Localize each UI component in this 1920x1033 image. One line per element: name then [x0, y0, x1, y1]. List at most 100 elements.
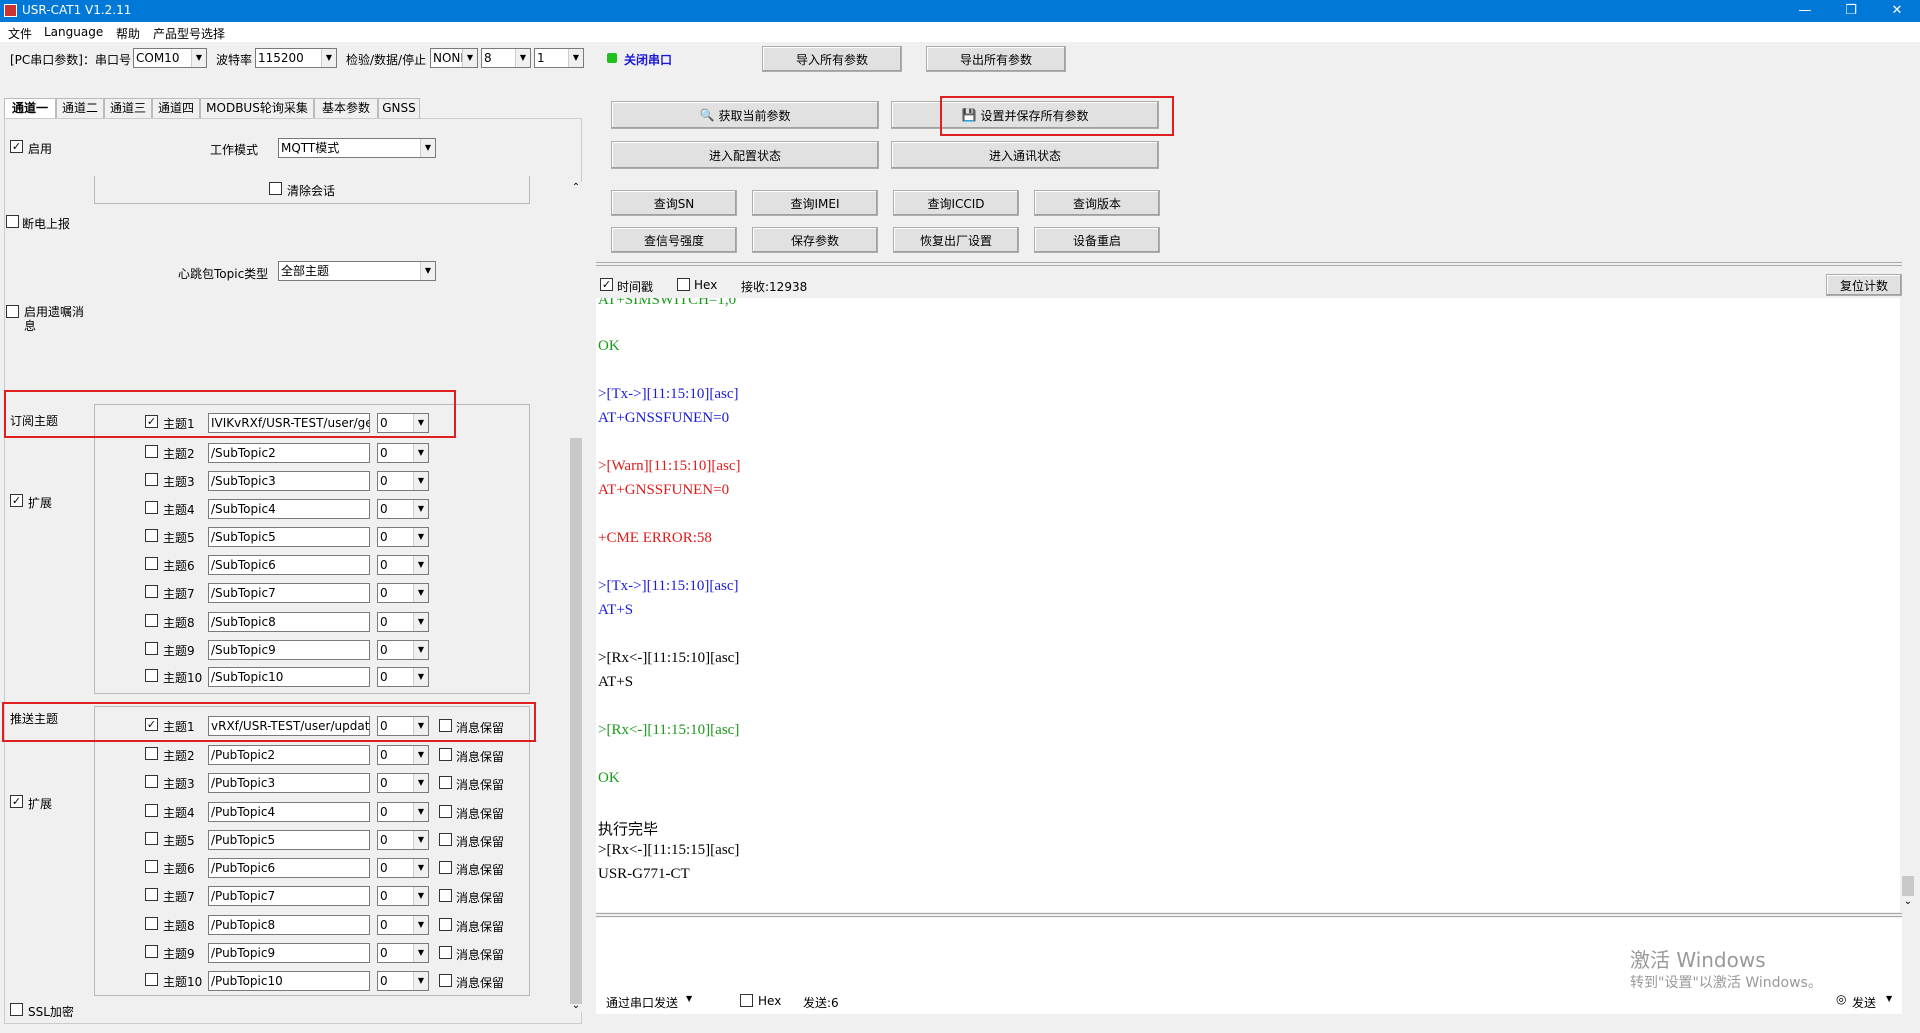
sub-topic-checkbox[interactable]: [145, 585, 158, 598]
pub-qos-select[interactable]: 0 ▼: [377, 886, 429, 906]
sub-topic-input[interactable]: /SubTopic4: [208, 499, 370, 519]
pub-topic-input[interactable]: /PubTopic9: [208, 943, 370, 963]
retain-checkbox[interactable]: [439, 776, 452, 789]
sub-qos-select[interactable]: 0 ▼: [377, 583, 429, 603]
power-off-report-checkbox[interactable]: [6, 215, 19, 228]
tab-channel4[interactable]: 通道四: [152, 98, 200, 118]
sub-topic-checkbox[interactable]: [145, 642, 158, 655]
heartbeat-topic-select[interactable]: 全部主题 ▼: [278, 261, 436, 281]
sub-topic-checkbox[interactable]: [145, 557, 158, 570]
close-button[interactable]: ✕: [1874, 0, 1920, 22]
ssl-checkbox[interactable]: [10, 1003, 23, 1016]
query-iccid-button[interactable]: 查询ICCID: [893, 190, 1019, 216]
export-all-button[interactable]: 导出所有参数: [926, 46, 1066, 72]
databits-select[interactable]: 8 ▼: [481, 48, 531, 68]
pub-topic-checkbox[interactable]: [145, 917, 158, 930]
sub-topic-input[interactable]: IVIKvRXf/USR-TEST/user/get: [208, 413, 370, 433]
get-params-button[interactable]: 🔍 获取当前参数: [611, 101, 879, 129]
maximize-button[interactable]: ❐: [1828, 0, 1874, 22]
splitter-bottom[interactable]: [596, 913, 1902, 917]
pub-topic-checkbox[interactable]: [145, 860, 158, 873]
query-imei-button[interactable]: 查询IMEI: [752, 190, 878, 216]
pub-topic-checkbox[interactable]: [145, 973, 158, 986]
reboot-button[interactable]: 设备重启: [1034, 227, 1160, 253]
chevron-down-icon[interactable]: ⌄: [1902, 896, 1914, 907]
tab-channel3[interactable]: 通道三: [104, 98, 152, 118]
pub-topic-input[interactable]: vRXf/USR-TEST/user/update: [208, 716, 370, 736]
sub-topic-input[interactable]: /SubTopic8: [208, 612, 370, 632]
pub-qos-select[interactable]: 0 ▼: [377, 830, 429, 850]
sub-topic-checkbox[interactable]: [145, 501, 158, 514]
sub-topic-input[interactable]: /SubTopic9: [208, 640, 370, 660]
pub-topic-input[interactable]: /PubTopic5: [208, 830, 370, 850]
retain-checkbox[interactable]: [439, 805, 452, 818]
close-port-button[interactable]: 关闭串口: [624, 51, 672, 68]
sub-topic-checkbox[interactable]: [145, 445, 158, 458]
baud-select[interactable]: 115200 ▼: [255, 48, 337, 68]
reset-count-button[interactable]: 复位计数: [1826, 274, 1902, 296]
pub-qos-select[interactable]: 0 ▼: [377, 773, 429, 793]
import-all-button[interactable]: 导入所有参数: [762, 46, 902, 72]
splitter-top[interactable]: [596, 262, 1902, 266]
log-scrollbar[interactable]: ⌄: [1900, 298, 1916, 912]
pub-topic-input[interactable]: /PubTopic6: [208, 858, 370, 878]
retain-checkbox[interactable]: [439, 946, 452, 959]
pub-topic-checkbox[interactable]: [145, 888, 158, 901]
pub-topic-checkbox[interactable]: [145, 945, 158, 958]
pub-qos-select[interactable]: 0 ▼: [377, 716, 429, 736]
pub-topic-input[interactable]: /PubTopic2: [208, 745, 370, 765]
sub-topic-checkbox[interactable]: [145, 614, 158, 627]
port-select[interactable]: COM10 ▼: [133, 48, 207, 68]
timestamp-checkbox[interactable]: ✓: [600, 278, 613, 291]
pub-topic-input[interactable]: /PubTopic3: [208, 773, 370, 793]
stopbits-select[interactable]: 1 ▼: [534, 48, 584, 68]
send-mode-select[interactable]: 通过串口发送: [606, 994, 678, 1011]
pub-topic-checkbox[interactable]: [145, 804, 158, 817]
scroll-thumb[interactable]: [1902, 876, 1914, 896]
sub-topic-checkbox[interactable]: [145, 529, 158, 542]
retain-checkbox[interactable]: [439, 918, 452, 931]
sub-qos-select[interactable]: 0 ▼: [377, 471, 429, 491]
enter-comm-button[interactable]: 进入通讯状态: [891, 141, 1159, 169]
tab-channel1[interactable]: 通道一: [4, 98, 56, 118]
pub-qos-select[interactable]: 0 ▼: [377, 915, 429, 935]
tab-channel2[interactable]: 通道二: [56, 98, 104, 118]
menu-help[interactable]: 帮助: [116, 25, 140, 42]
send-button[interactable]: 发送: [1852, 994, 1876, 1011]
minimize-button[interactable]: —: [1782, 0, 1828, 22]
pub-topic-checkbox[interactable]: ✓: [145, 718, 158, 731]
send-hex-checkbox[interactable]: [740, 994, 753, 1007]
sub-qos-select[interactable]: 0 ▼: [377, 413, 429, 433]
pub-topic-input[interactable]: /PubTopic7: [208, 886, 370, 906]
sub-topic-checkbox[interactable]: ✓: [145, 415, 158, 428]
pub-topic-checkbox[interactable]: [145, 775, 158, 788]
sub-qos-select[interactable]: 0 ▼: [377, 443, 429, 463]
pub-topic-checkbox[interactable]: [145, 747, 158, 760]
retain-checkbox[interactable]: [439, 974, 452, 987]
query-signal-button[interactable]: 查信号强度: [611, 227, 737, 253]
sub-expand-checkbox[interactable]: ✓: [10, 494, 23, 507]
chevron-down-icon[interactable]: ⌄: [570, 1000, 582, 1011]
receive-log[interactable]: AT+SIMSWITCH=1,0 OK >[Tx->][11:15:10][asc]…: [596, 298, 1902, 912]
pub-expand-checkbox[interactable]: ✓: [10, 795, 23, 808]
clear-session-checkbox[interactable]: [269, 182, 282, 195]
tab-basic[interactable]: 基本参数: [314, 98, 378, 118]
pub-qos-select[interactable]: 0 ▼: [377, 943, 429, 963]
sub-qos-select[interactable]: 0 ▼: [377, 612, 429, 632]
tab-gnss[interactable]: GNSS: [378, 98, 420, 118]
pub-qos-select[interactable]: 0 ▼: [377, 858, 429, 878]
pub-qos-select[interactable]: 0 ▼: [377, 745, 429, 765]
save-params-button[interactable]: 保存参数: [752, 227, 878, 253]
sub-topic-checkbox[interactable]: [145, 669, 158, 682]
sub-topic-input[interactable]: /SubTopic6: [208, 555, 370, 575]
scroll-thumb[interactable]: [570, 438, 582, 1004]
menu-product[interactable]: 产品型号选择: [153, 25, 225, 42]
pub-qos-select[interactable]: 0 ▼: [377, 971, 429, 991]
pub-topic-checkbox[interactable]: [145, 832, 158, 845]
left-scrollbar[interactable]: ⌃ ⌄: [568, 182, 584, 1012]
menu-language[interactable]: Language: [44, 25, 103, 39]
chevron-up-icon[interactable]: ⌃: [570, 182, 582, 193]
retain-checkbox[interactable]: [439, 748, 452, 761]
tab-modbus[interactable]: MODBUS轮询采集: [200, 98, 314, 118]
retain-checkbox[interactable]: [439, 861, 452, 874]
